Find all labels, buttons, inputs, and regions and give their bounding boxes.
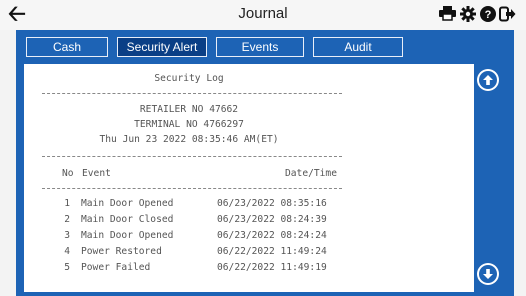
tab-audit[interactable]: Audit bbox=[313, 37, 403, 57]
row-datetime: 06/23/2022 08:24:24 bbox=[217, 230, 327, 241]
tab-bar: Cash Security Alert Events Audit bbox=[26, 37, 403, 57]
row-number: 5 bbox=[64, 262, 70, 273]
printer-icon[interactable] bbox=[439, 5, 456, 22]
divider bbox=[42, 93, 342, 94]
row-datetime: 06/23/2022 08:24:39 bbox=[217, 214, 327, 225]
row-event: Power Failed bbox=[81, 262, 151, 273]
row-datetime: 06/22/2022 11:49:24 bbox=[217, 246, 327, 257]
table-header: No Event Date/Time bbox=[24, 168, 354, 180]
table-row: 5 Power Failed 06/22/2022 11:49:19 bbox=[24, 262, 354, 274]
log-title: Security Log bbox=[154, 73, 224, 84]
table-row: 3 Main Door Opened 06/23/2022 08:24:24 bbox=[24, 230, 354, 242]
row-event: Main Door Opened bbox=[81, 198, 174, 209]
divider bbox=[42, 156, 342, 157]
tab-events[interactable]: Events bbox=[216, 37, 304, 57]
svg-text:?: ? bbox=[484, 9, 491, 21]
logout-icon[interactable] bbox=[499, 5, 516, 22]
gear-icon[interactable] bbox=[459, 5, 476, 22]
terminal-number: TERMINAL NO 4766297 bbox=[134, 119, 244, 130]
table-row: 2 Main Door Closed 06/23/2022 08:24:39 bbox=[24, 214, 354, 226]
row-event: Main Door Closed bbox=[81, 214, 174, 225]
table-row: 4 Power Restored 06/22/2022 11:49:24 bbox=[24, 246, 354, 258]
scroll-down-button[interactable] bbox=[477, 263, 499, 285]
tab-cash[interactable]: Cash bbox=[26, 37, 108, 57]
row-number: 1 bbox=[64, 198, 70, 209]
top-bar: 🡠 Journal ? bbox=[0, 0, 526, 30]
column-header-event: Event bbox=[82, 168, 111, 179]
help-icon[interactable]: ? bbox=[479, 5, 496, 22]
journal-panel: Cash Security Alert Events Audit Securit… bbox=[16, 30, 514, 296]
scroll-up-button[interactable] bbox=[477, 69, 499, 91]
tab-security-alert[interactable]: Security Alert bbox=[117, 37, 207, 57]
row-number: 2 bbox=[64, 214, 70, 225]
column-header-no: No bbox=[62, 168, 74, 179]
row-number: 4 bbox=[64, 246, 70, 257]
row-event: Main Door Opened bbox=[81, 230, 174, 241]
arrow-down-icon bbox=[479, 265, 497, 283]
security-log[interactable]: Security Log RETAILER NO 47662 TERMINAL … bbox=[24, 64, 474, 292]
arrow-up-icon bbox=[479, 71, 497, 89]
log-datetime: Thu Jun 23 2022 08:35:46 AM(ET) bbox=[99, 134, 279, 145]
row-datetime: 06/23/2022 08:35:16 bbox=[217, 198, 327, 209]
row-number: 3 bbox=[64, 230, 70, 241]
toolbar: ? bbox=[439, 5, 516, 22]
row-datetime: 06/22/2022 11:49:19 bbox=[217, 262, 327, 273]
row-event: Power Restored bbox=[81, 246, 162, 257]
divider bbox=[42, 188, 342, 189]
retailer-number: RETAILER NO 47662 bbox=[139, 104, 239, 115]
table-row: 1 Main Door Opened 06/23/2022 08:35:16 bbox=[24, 198, 354, 210]
column-header-datetime: Date/Time bbox=[285, 168, 337, 179]
